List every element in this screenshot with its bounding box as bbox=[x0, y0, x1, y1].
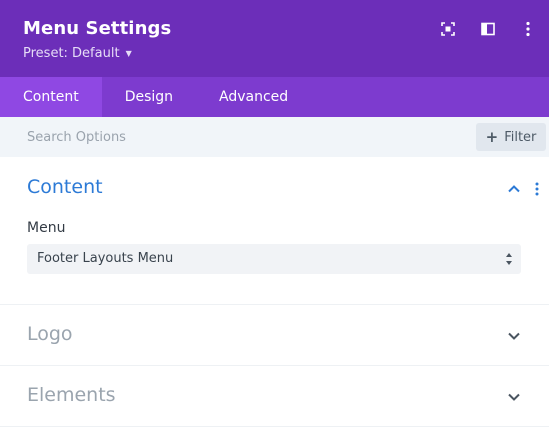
header-actions bbox=[439, 20, 537, 38]
search-input[interactable] bbox=[0, 117, 470, 157]
section-options-icon[interactable] bbox=[533, 181, 541, 197]
caret-down-icon: ▼ bbox=[125, 49, 132, 58]
plus-icon: + bbox=[485, 127, 499, 146]
filter-button[interactable]: + Filter bbox=[476, 123, 546, 151]
menu-select[interactable]: Footer Layouts Menu bbox=[27, 244, 521, 274]
menu-field-label: Menu bbox=[27, 220, 66, 236]
settings-header: Menu Settings Preset: Default ▼ bbox=[0, 0, 549, 77]
tab-advanced[interactable]: Advanced bbox=[196, 77, 311, 117]
section-title-elements[interactable]: Elements bbox=[27, 384, 116, 406]
filter-label: Filter bbox=[504, 129, 537, 145]
menu-select-value: Footer Layouts Menu bbox=[37, 251, 174, 266]
tab-content[interactable]: Content bbox=[0, 77, 102, 117]
chevron-down-icon[interactable] bbox=[507, 329, 521, 343]
section-title-logo[interactable]: Logo bbox=[27, 323, 73, 345]
preset-label: Preset: Default bbox=[23, 46, 120, 61]
chevron-down-icon[interactable] bbox=[507, 390, 521, 404]
tab-design[interactable]: Design bbox=[102, 77, 196, 117]
elements-section[interactable]: Elements bbox=[0, 366, 549, 427]
preset-dropdown[interactable]: Preset: Default ▼ bbox=[23, 46, 132, 61]
select-arrows-icon bbox=[506, 253, 512, 265]
content-section: Content Menu Footer Layouts Menu bbox=[0, 157, 549, 305]
section-title-content[interactable]: Content bbox=[27, 176, 103, 198]
split-view-icon[interactable] bbox=[479, 20, 497, 38]
chevron-up-icon[interactable] bbox=[507, 182, 521, 196]
tab-bar: Content Design Advanced bbox=[0, 77, 549, 117]
search-bar: + Filter bbox=[0, 117, 549, 157]
modal-title: Menu Settings bbox=[23, 18, 172, 39]
more-options-icon[interactable] bbox=[519, 20, 537, 38]
logo-section[interactable]: Logo bbox=[0, 305, 549, 366]
fullscreen-icon[interactable] bbox=[439, 20, 457, 38]
